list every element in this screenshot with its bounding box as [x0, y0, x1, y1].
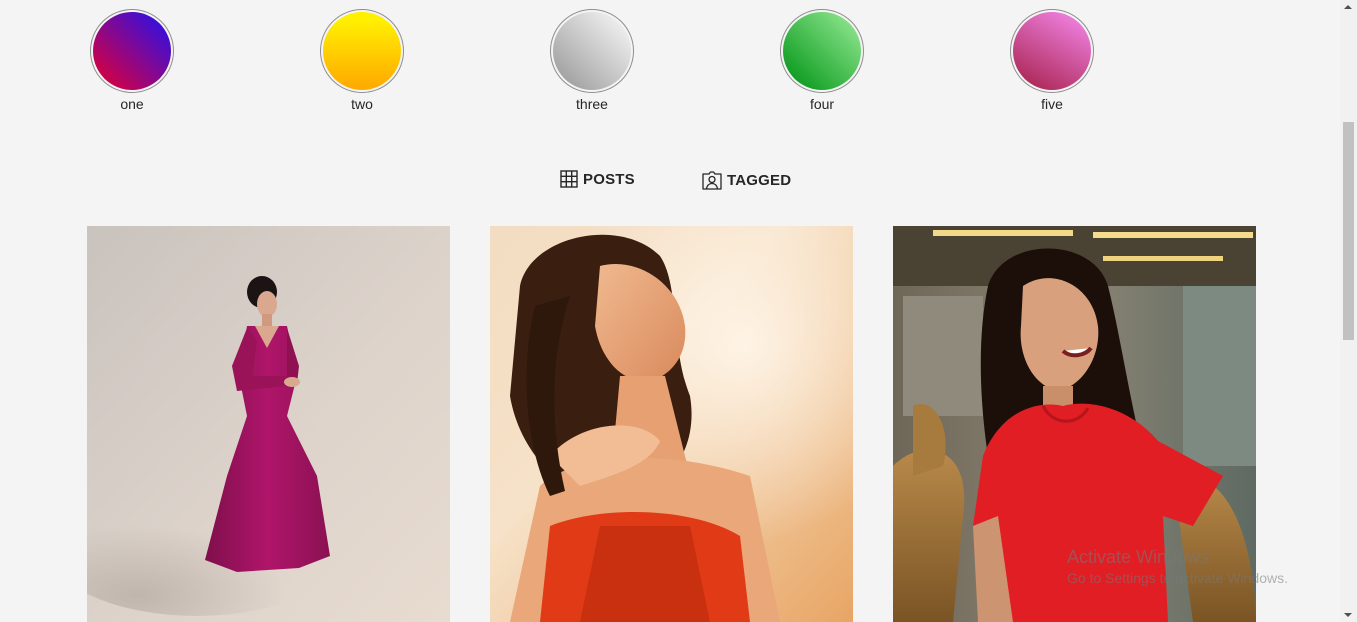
story-highlights-row: one two three four five — [0, 9, 1340, 119]
story-bubble[interactable] — [323, 12, 401, 90]
story-ring[interactable] — [320, 9, 404, 93]
story-bubble[interactable] — [553, 12, 631, 90]
story-label: one — [120, 96, 144, 112]
post-thumbnail[interactable] — [87, 226, 450, 622]
story-highlight-one[interactable]: one — [87, 9, 177, 112]
story-label: five — [1041, 96, 1063, 112]
story-ring[interactable] — [550, 9, 634, 93]
story-ring[interactable] — [1010, 9, 1094, 93]
story-highlight-three[interactable]: three — [547, 9, 637, 112]
profile-tabs: POSTS TAGGED — [0, 170, 1340, 192]
post-thumbnail[interactable] — [490, 226, 853, 622]
story-highlight-four[interactable]: four — [777, 9, 867, 112]
story-ring[interactable] — [90, 9, 174, 93]
scroll-up-arrow-icon[interactable] — [1344, 5, 1352, 9]
vertical-scrollbar[interactable] — [1340, 0, 1357, 622]
story-bubble[interactable] — [93, 12, 171, 90]
story-highlight-two[interactable]: two — [317, 9, 407, 112]
post-thumbnail[interactable] — [893, 226, 1256, 622]
posts-grid — [0, 226, 1340, 622]
post-photo-golden-light-portrait — [490, 226, 853, 622]
post-photo-magenta-gown — [87, 226, 450, 622]
scroll-down-arrow-icon[interactable] — [1344, 613, 1352, 617]
tab-tagged[interactable]: TAGGED — [702, 170, 791, 190]
story-bubble[interactable] — [783, 12, 861, 90]
story-highlight-five[interactable]: five — [1007, 9, 1097, 112]
story-ring[interactable] — [780, 9, 864, 93]
story-bubble[interactable] — [1013, 12, 1091, 90]
tab-tagged-label: TAGGED — [727, 171, 792, 189]
story-label: three — [576, 96, 608, 112]
tab-posts[interactable]: POSTS — [560, 170, 635, 188]
story-label: two — [351, 96, 373, 112]
post-photo-red-tshirt-smiling — [893, 226, 1256, 622]
story-label: four — [809, 96, 835, 112]
scrollbar-thumb[interactable] — [1343, 122, 1354, 340]
tab-posts-label: POSTS — [583, 170, 635, 188]
grid-icon — [560, 170, 578, 188]
tagged-person-icon — [702, 170, 722, 190]
